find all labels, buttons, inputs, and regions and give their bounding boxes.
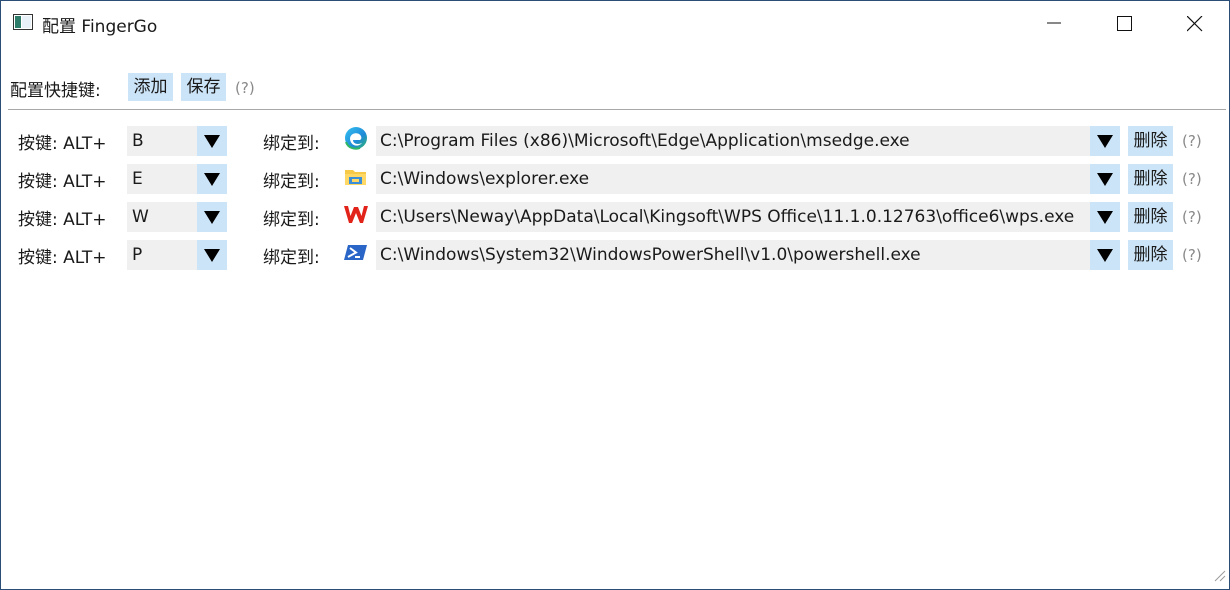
- key-select[interactable]: W: [127, 202, 227, 232]
- key-dropdown-button[interactable]: [197, 126, 227, 156]
- window-title: 配置 FingerGo: [42, 17, 158, 37]
- triangle-down-icon: [204, 173, 220, 186]
- close-icon: [1187, 16, 1203, 32]
- save-button[interactable]: 保存: [181, 73, 226, 101]
- delete-button[interactable]: 删除: [1128, 202, 1173, 232]
- delete-button[interactable]: 删除: [1128, 164, 1173, 194]
- config-window: 配置 FingerGo 配置快捷键: 添加 保存 (?) 按键: ALT+ B: [0, 0, 1230, 590]
- title-bar[interactable]: 配置 FingerGo: [1, 1, 1229, 45]
- minimize-icon: [1047, 22, 1061, 24]
- wps-icon: [343, 202, 369, 228]
- delete-button[interactable]: 删除: [1128, 126, 1173, 156]
- bind-label: 绑定到:: [263, 210, 320, 230]
- triangle-down-icon: [1097, 211, 1113, 224]
- key-value: P: [132, 245, 143, 265]
- maximize-icon: [1117, 16, 1132, 31]
- path-dropdown-button[interactable]: [1090, 126, 1120, 156]
- triangle-down-icon: [204, 135, 220, 148]
- row-help-link[interactable]: (?): [1182, 246, 1202, 264]
- path-dropdown-button[interactable]: [1090, 240, 1120, 270]
- maximize-button[interactable]: [1089, 1, 1159, 45]
- edge-icon: [343, 126, 369, 152]
- triangle-down-icon: [1097, 249, 1113, 262]
- path-dropdown-button[interactable]: [1090, 164, 1120, 194]
- path-value: C:\Windows\explorer.exe: [380, 169, 590, 189]
- key-label: 按键: ALT+: [18, 172, 107, 192]
- path-value: C:\Program Files (x86)\Microsoft\Edge\Ap…: [380, 131, 910, 151]
- binding-row: 按键: ALT+ W 绑定到: C:\Users\Neway\AppData\L…: [1, 202, 1229, 232]
- key-label: 按键: ALT+: [18, 248, 107, 268]
- key-select[interactable]: E: [127, 164, 227, 194]
- path-dropdown-button[interactable]: [1090, 202, 1120, 232]
- row-help-link[interactable]: (?): [1182, 208, 1202, 226]
- key-value: E: [132, 169, 143, 189]
- resize-grip-icon[interactable]: [1212, 567, 1226, 586]
- binding-row: 按键: ALT+ B 绑定到: C:\Program Files (x86)\M…: [1, 126, 1229, 156]
- triangle-down-icon: [204, 211, 220, 224]
- toolbar-help-link[interactable]: (?): [235, 79, 255, 97]
- triangle-down-icon: [1097, 135, 1113, 148]
- app-window-icon: [13, 14, 33, 30]
- key-dropdown-button[interactable]: [197, 202, 227, 232]
- bind-label: 绑定到:: [263, 248, 320, 268]
- key-label: 按键: ALT+: [18, 210, 107, 230]
- key-dropdown-button[interactable]: [197, 240, 227, 270]
- explorer-folder-icon: [343, 164, 369, 190]
- path-select[interactable]: C:\Program Files (x86)\Microsoft\Edge\Ap…: [376, 126, 1120, 156]
- path-select[interactable]: C:\Users\Neway\AppData\Local\Kingsoft\WP…: [376, 202, 1120, 232]
- triangle-down-icon: [204, 249, 220, 262]
- binding-row: 按键: ALT+ E 绑定到: C:\Windows\explorer.exe …: [1, 164, 1229, 194]
- config-shortcut-label: 配置快捷键:: [10, 81, 101, 101]
- bind-label: 绑定到:: [263, 134, 320, 154]
- key-select[interactable]: P: [127, 240, 227, 270]
- bind-label: 绑定到:: [263, 172, 320, 192]
- key-value: W: [132, 207, 149, 227]
- binding-row: 按键: ALT+ P 绑定到: C:\Windows\System32\Wind…: [1, 240, 1229, 270]
- path-value: C:\Windows\System32\WindowsPowerShell\v1…: [380, 245, 921, 265]
- row-help-link[interactable]: (?): [1182, 132, 1202, 150]
- key-value: B: [132, 131, 144, 151]
- path-select[interactable]: C:\Windows\explorer.exe: [376, 164, 1120, 194]
- triangle-down-icon: [1097, 173, 1113, 186]
- path-select[interactable]: C:\Windows\System32\WindowsPowerShell\v1…: [376, 240, 1120, 270]
- row-help-link[interactable]: (?): [1182, 170, 1202, 188]
- close-button[interactable]: [1159, 1, 1229, 45]
- path-value: C:\Users\Neway\AppData\Local\Kingsoft\WP…: [380, 207, 1075, 227]
- minimize-button[interactable]: [1019, 1, 1089, 45]
- key-select[interactable]: B: [127, 126, 227, 156]
- add-button[interactable]: 添加: [128, 73, 173, 101]
- key-label: 按键: ALT+: [18, 134, 107, 154]
- delete-button[interactable]: 删除: [1128, 240, 1173, 270]
- key-dropdown-button[interactable]: [197, 164, 227, 194]
- divider: [8, 109, 1226, 110]
- powershell-icon: [343, 240, 369, 266]
